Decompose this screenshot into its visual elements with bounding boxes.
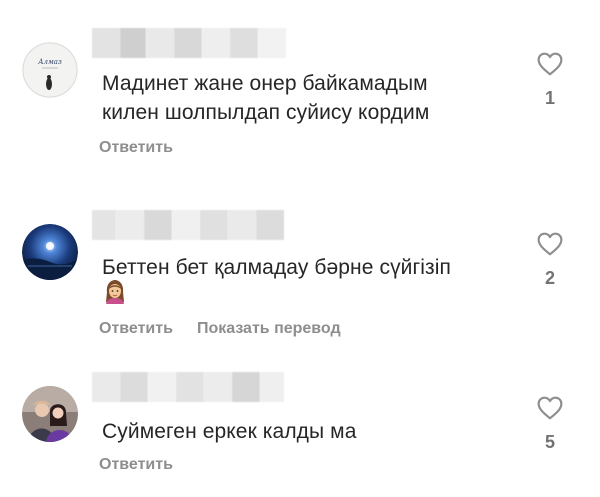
comment-item: Алмаз Мадинет жане онер байкамадым килен…	[0, 0, 600, 180]
avatar-image	[22, 224, 78, 280]
comment-item: Беттен бет қалмадау бәрне сүйгізіп Ответ…	[0, 180, 600, 350]
comment-actions: Ответить	[99, 139, 173, 157]
comment-text: Беттен бет қалмадау бәрне сүйгізіп	[102, 256, 451, 279]
avatar[interactable]	[22, 224, 78, 280]
comment-actions: Ответить	[99, 456, 173, 474]
avatar[interactable]: Алмаз	[22, 42, 78, 98]
reply-button[interactable]: Ответить	[99, 139, 173, 157]
username-blurred[interactable]	[92, 28, 286, 58]
reply-button[interactable]: Ответить	[99, 320, 173, 338]
avatar[interactable]	[22, 386, 78, 442]
like-count: 2	[544, 268, 555, 288]
heart-outline-icon[interactable]	[537, 52, 563, 76]
avatar-lettering: Алмаз	[37, 58, 62, 66]
avatar-image	[22, 386, 78, 442]
heart-outline-icon[interactable]	[537, 232, 563, 256]
show-translation-button[interactable]: Показать перевод	[197, 320, 341, 338]
username-blurred[interactable]	[92, 210, 284, 240]
like-count: 1	[544, 88, 555, 108]
heart-outline-icon[interactable]	[537, 396, 563, 420]
like-count: 5	[544, 432, 555, 452]
comment-text: Мадинет жане онер байкамадым килен шолпы…	[102, 72, 430, 124]
like-control: 2	[535, 232, 565, 289]
like-control: 1	[535, 52, 565, 109]
avatar-image: Алмаз	[22, 42, 78, 98]
woman-emoji-icon	[106, 280, 124, 304]
comment-actions: Ответить Показать перевод	[99, 320, 341, 338]
comment-item: Суймеген еркек калды ма Ответить 5	[0, 350, 600, 497]
username-blurred[interactable]	[92, 372, 284, 402]
comment-text: Суймеген еркек калды ма	[102, 420, 357, 443]
reply-button[interactable]: Ответить	[99, 456, 173, 474]
like-control: 5	[535, 396, 565, 453]
